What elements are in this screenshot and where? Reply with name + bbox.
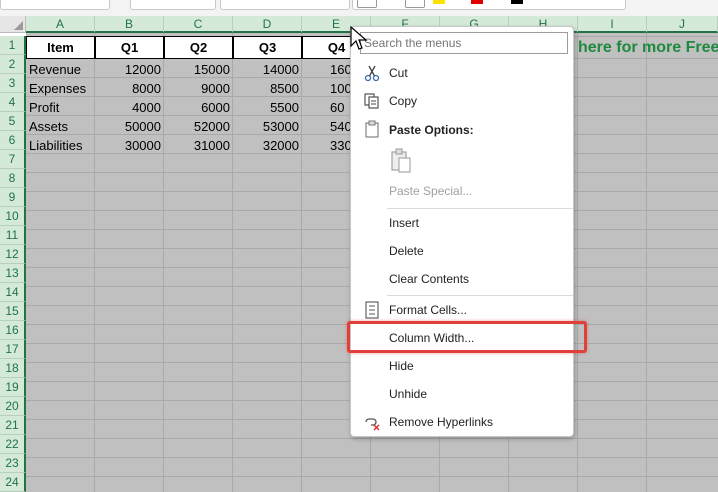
paste-clipboard-icon[interactable] (389, 148, 413, 174)
cell-q3[interactable]: 53000 (233, 117, 302, 136)
column-header-j[interactable]: J (647, 16, 718, 33)
cell-q1[interactable]: 8000 (95, 79, 164, 98)
context-menu: Cut Copy Paste Options: Paste Special...… (350, 26, 574, 437)
cell-q3[interactable]: 8500 (233, 79, 302, 98)
clipboard-icon (365, 120, 379, 138)
cell-q1[interactable]: 50000 (95, 117, 164, 136)
row-header-5[interactable]: 5 (0, 112, 26, 131)
cell-item[interactable]: Revenue (26, 60, 95, 79)
row-header-9[interactable]: 9 (0, 188, 26, 207)
cell-q2[interactable]: 6000 (164, 98, 233, 117)
header-cell-item[interactable]: Item (26, 36, 95, 59)
row-header-18[interactable]: 18 (0, 359, 26, 378)
cell-q4[interactable]: 540 (302, 117, 350, 136)
row-header-13[interactable]: 13 (0, 264, 26, 283)
menu-separator (387, 208, 573, 209)
menu-item-unhide[interactable]: Unhide (389, 384, 427, 404)
select-all-button[interactable] (0, 16, 26, 33)
cell-q3[interactable]: 32000 (233, 136, 302, 155)
header-cell-q3[interactable]: Q3 (233, 36, 302, 59)
column-width-highlight (347, 321, 587, 353)
highlight-color-icon[interactable] (433, 0, 445, 4)
column-header-b[interactable]: B (95, 16, 164, 33)
row-header-19[interactable]: 19 (0, 378, 26, 397)
header-cell-q2[interactable]: Q2 (164, 36, 233, 59)
row-header-20[interactable]: 20 (0, 397, 26, 416)
row-header-22[interactable]: 22 (0, 435, 26, 454)
cell-q4[interactable]: 60 (302, 98, 350, 117)
paste-options-label: Paste Options: (389, 123, 474, 137)
row-header-23[interactable]: 23 (0, 454, 26, 473)
menu-item-paste-special: Paste Special... (389, 184, 473, 198)
cell-q2[interactable]: 15000 (164, 60, 233, 79)
menu-item-format-cells[interactable]: Format Cells... (389, 300, 467, 320)
formula-bar[interactable] (220, 0, 350, 10)
cell-item[interactable]: Liabilities (26, 136, 95, 155)
row-header-16[interactable]: 16 (0, 321, 26, 340)
menu-item-copy[interactable]: Copy (389, 91, 417, 111)
column-header-c[interactable]: C (164, 16, 233, 33)
mini-toolbar-button[interactable] (357, 0, 377, 8)
column-header-i[interactable]: I (578, 16, 647, 33)
scissors-icon (364, 65, 380, 82)
row-header-15[interactable]: 15 (0, 302, 26, 321)
cell-q2[interactable]: 52000 (164, 117, 233, 136)
cell-q1[interactable]: 30000 (95, 136, 164, 155)
menu-item-hide[interactable]: Hide (389, 356, 414, 376)
row-header-4[interactable]: 4 (0, 93, 26, 112)
border-icon[interactable] (511, 0, 523, 4)
menu-item-insert[interactable]: Insert (389, 213, 419, 233)
menu-item-cut[interactable]: Cut (389, 63, 408, 83)
row-header-8[interactable]: 8 (0, 169, 26, 188)
font-box[interactable] (130, 0, 216, 10)
menu-search-input[interactable] (360, 32, 568, 54)
row-header-14[interactable]: 14 (0, 283, 26, 302)
cell-q4[interactable]: 100 (302, 79, 350, 98)
cell-item[interactable]: Profit (26, 98, 95, 117)
cell-q1[interactable]: 4000 (95, 98, 164, 117)
row-header-12[interactable]: 12 (0, 245, 26, 264)
format-cells-icon (365, 301, 379, 319)
row-header-3[interactable]: 3 (0, 74, 26, 93)
name-box[interactable] (0, 0, 110, 10)
row-header-2[interactable]: 2 (0, 55, 26, 74)
cell-q3[interactable]: 14000 (233, 60, 302, 79)
row-header-7[interactable]: 7 (0, 150, 26, 169)
row-header-17[interactable]: 17 (0, 340, 26, 359)
cell-q4[interactable]: 330 (302, 136, 350, 155)
menu-separator (387, 295, 573, 296)
column-header-a[interactable]: A (26, 16, 95, 33)
cell-item[interactable]: Assets (26, 117, 95, 136)
row-header-24[interactable]: 24 (0, 473, 26, 492)
font-color-icon[interactable] (471, 0, 483, 4)
copy-icon (364, 93, 379, 109)
toolbar-strip (0, 0, 718, 16)
remove-hyperlink-icon (365, 418, 380, 431)
promo-banner-text[interactable]: here for more Free (578, 37, 718, 59)
menu-item-delete[interactable]: Delete (389, 241, 424, 261)
mini-toolbar (352, 0, 626, 10)
row-header-1[interactable]: 1 (0, 36, 26, 55)
cell-item[interactable]: Expenses (26, 79, 95, 98)
mini-toolbar-button[interactable] (405, 0, 425, 8)
cell-q3[interactable]: 5500 (233, 98, 302, 117)
cell-q2[interactable]: 9000 (164, 79, 233, 98)
cell-q4[interactable]: 160 (302, 60, 350, 79)
row-header-6[interactable]: 6 (0, 131, 26, 150)
row-header-21[interactable]: 21 (0, 416, 26, 435)
mouse-cursor-icon (350, 26, 368, 50)
header-cell-q1[interactable]: Q1 (95, 36, 164, 59)
row-header-11[interactable]: 11 (0, 226, 26, 245)
menu-item-remove-hyperlinks[interactable]: Remove Hyperlinks (389, 412, 493, 432)
cell-q1[interactable]: 12000 (95, 60, 164, 79)
column-header-d[interactable]: D (233, 16, 302, 33)
cell-q2[interactable]: 31000 (164, 136, 233, 155)
row-header-10[interactable]: 10 (0, 207, 26, 226)
menu-item-clear-contents[interactable]: Clear Contents (389, 269, 469, 289)
